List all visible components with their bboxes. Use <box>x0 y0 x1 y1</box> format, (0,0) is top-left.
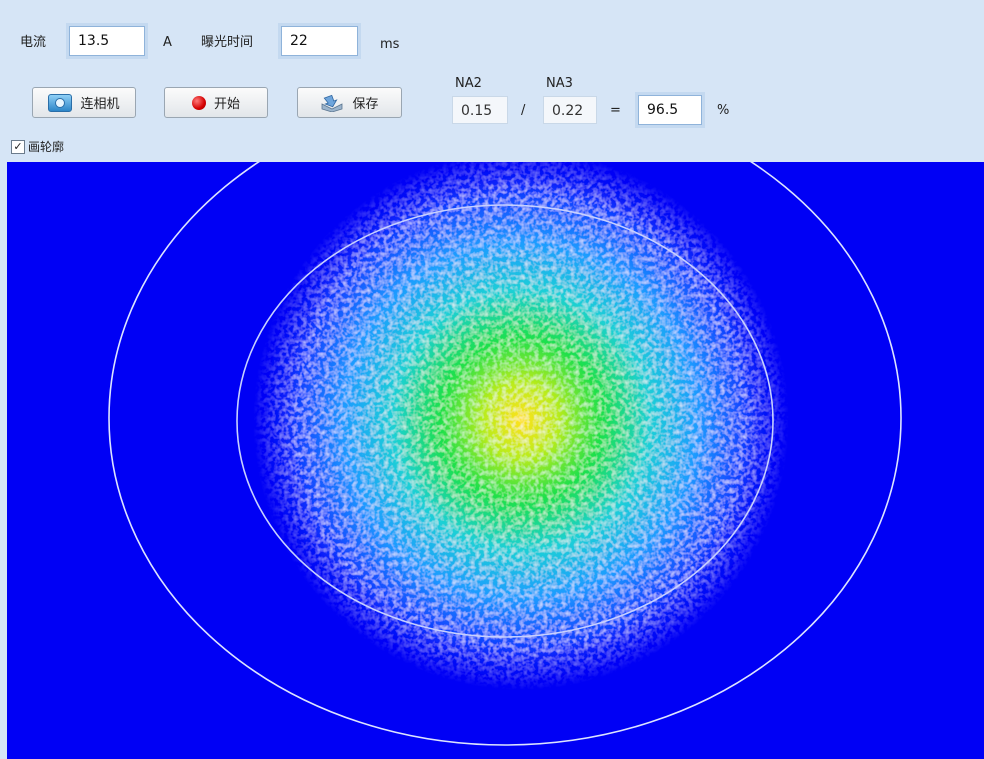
start-button[interactable]: 开始 <box>164 87 268 118</box>
na3-value-field: 0.22 <box>543 96 597 124</box>
equals-symbol: = <box>610 103 621 118</box>
percent-symbol: % <box>717 103 730 118</box>
connect-camera-button[interactable]: 连相机 <box>32 87 136 118</box>
save-button[interactable]: 保存 <box>297 87 402 118</box>
na3-label: NA3 <box>546 76 573 91</box>
beam-profile-image <box>7 162 984 759</box>
exposure-label: 曝光时间 <box>201 35 254 50</box>
save-icon <box>322 94 343 112</box>
result-field[interactable]: 96.5 <box>638 95 702 125</box>
divide-symbol: / <box>521 103 526 118</box>
beam-profile-view <box>7 162 984 759</box>
app-window: 电流 13.5 A 曝光时间 22 ms 连相机 开始 保存 NA2 0.15 … <box>0 0 984 759</box>
current-label: 电流 <box>20 35 47 50</box>
connect-camera-label: 连相机 <box>80 97 120 112</box>
camera-icon <box>48 93 73 112</box>
beam-spot <box>253 162 789 690</box>
na2-label: NA2 <box>455 76 482 91</box>
start-label: 开始 <box>213 97 240 112</box>
current-input[interactable]: 13.5 <box>69 26 145 56</box>
save-label: 保存 <box>352 97 379 112</box>
exposure-unit: ms <box>380 37 400 52</box>
exposure-input[interactable]: 22 <box>281 26 358 56</box>
current-unit: A <box>163 35 172 50</box>
na2-value-field: 0.15 <box>452 96 508 124</box>
record-icon <box>191 95 206 110</box>
draw-contour-label: 画轮廓 <box>28 140 65 154</box>
draw-contour-checkbox[interactable]: ✓ <box>11 140 25 154</box>
